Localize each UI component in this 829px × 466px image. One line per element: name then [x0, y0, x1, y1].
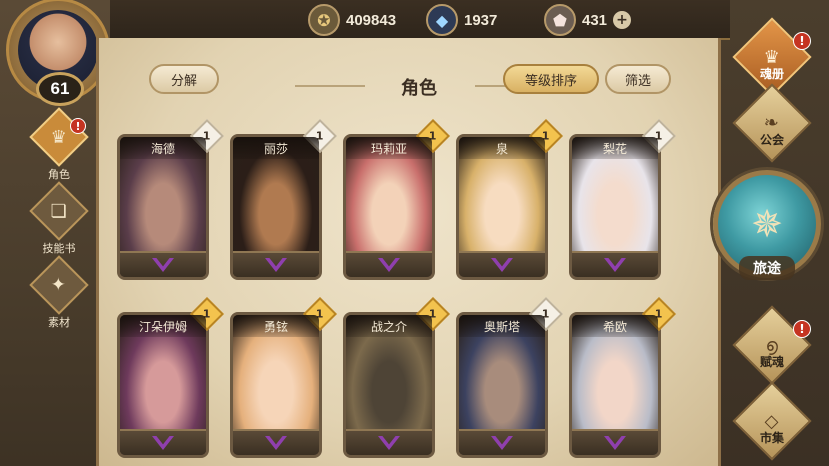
rn-diamond: ൭: [732, 305, 812, 385]
hero-rank-bar: [572, 251, 658, 277]
hero-card[interactable]: 梨花: [569, 134, 661, 280]
hero-card[interactable]: 汀朵伊姆: [117, 312, 209, 458]
left-nav: ♛ 角色 ! ❏ 技能书 ✦ 素材: [28, 107, 90, 332]
rank-chevron-icon: [265, 436, 287, 450]
gem-value: 431: [582, 11, 608, 29]
nav-item-skill-books[interactable]: ❏ 技能书: [28, 181, 90, 256]
hero-card[interactable]: 泉: [456, 134, 548, 280]
hero-name: 丽莎: [233, 137, 319, 159]
nav-soul-infuse[interactable]: ൭ 赋魂 !: [727, 305, 817, 385]
rn-diamond: ◇: [732, 381, 812, 461]
hero-rank-bar: [120, 429, 206, 455]
rank-chevron-icon: [378, 436, 400, 450]
nav-guild[interactable]: ❧ 公会: [727, 83, 817, 163]
helmet-icon: ♛: [50, 126, 68, 148]
hero-card[interactable]: 战之介: [343, 312, 435, 458]
player-level-badge: 61: [36, 72, 84, 106]
title-ornament-left: [295, 85, 365, 87]
alert-badge: !: [70, 118, 86, 134]
nav-market[interactable]: ◇ 市集: [727, 381, 817, 461]
hero-rank-bar: [346, 429, 432, 455]
hero-card[interactable]: 希欧: [569, 312, 661, 458]
hero-rank-bar: [233, 429, 319, 455]
journey-button[interactable]: ✵ 旅途: [709, 150, 825, 300]
nav-label: 技能书: [42, 242, 76, 255]
currency-coin: ✪ 409843: [308, 4, 397, 36]
rank-chevron-icon: [378, 258, 400, 272]
rn-label: 赋魂: [759, 355, 784, 369]
nav-diamond: ♛: [29, 107, 89, 167]
page-title: 角色: [401, 78, 437, 99]
book-icon: ❏: [50, 200, 68, 222]
hero-card[interactable]: 奥斯塔: [456, 312, 548, 458]
alert-badge: !: [793, 32, 811, 50]
hero-card[interactable]: 玛莉亚: [343, 134, 435, 280]
crystal-icon: ◆: [426, 4, 458, 36]
currency-gem: ⬟ 431 +: [544, 4, 632, 36]
rn-label: 公会: [759, 133, 784, 147]
compass-icon: ✵: [751, 202, 783, 246]
hero-name: 梨花: [572, 137, 658, 159]
hero-rank-bar: [459, 251, 545, 277]
sort-by-level-button[interactable]: 等级排序: [503, 64, 599, 94]
crystal-value: 1937: [464, 11, 498, 29]
gem-icon: ⬟: [544, 4, 576, 36]
rn-label: 魂册: [759, 67, 784, 81]
coin-icon: ✪: [308, 4, 340, 36]
hero-name: 希欧: [572, 315, 658, 337]
rank-chevron-icon: [491, 258, 513, 272]
hero-name: 奥斯塔: [459, 315, 545, 337]
hero-rank-bar: [120, 251, 206, 277]
hero-card[interactable]: 丽莎: [230, 134, 322, 280]
rank-chevron-icon: [604, 258, 626, 272]
rn-label: 市集: [759, 431, 784, 445]
currency-crystal: ◆ 1937: [426, 4, 498, 36]
nav-item-characters[interactable]: ♛ 角色 !: [28, 107, 90, 182]
journey-label: 旅途: [739, 256, 795, 280]
hero-rank-bar: [459, 429, 545, 455]
hero-name: 玛莉亚: [346, 137, 432, 159]
nav-diamond: ❏: [29, 181, 89, 241]
hero-name: 战之介: [346, 315, 432, 337]
rank-chevron-icon: [152, 436, 174, 450]
hero-rank-bar: [572, 429, 658, 455]
rank-chevron-icon: [604, 436, 626, 450]
decompose-button[interactable]: 分解: [149, 64, 219, 94]
rank-chevron-icon: [265, 258, 287, 272]
hero-rank-bar: [346, 251, 432, 277]
hero-name: 泉: [459, 137, 545, 159]
hero-card[interactable]: 勇铉: [230, 312, 322, 458]
hero-name: 汀朵伊姆: [120, 315, 206, 337]
coin-value: 409843: [346, 11, 397, 29]
top-resource-bar: 银 ✪ 409843 ◆ 1937 ⬟ 431 +: [110, 0, 730, 40]
hero-name: 海德: [120, 137, 206, 159]
hero-card[interactable]: 海德: [117, 134, 209, 280]
nav-label: 素材: [48, 316, 70, 329]
rank-chevron-icon: [152, 258, 174, 272]
filter-button[interactable]: 筛选: [605, 64, 671, 94]
nav-item-materials[interactable]: ✦ 素材: [28, 255, 90, 330]
add-gem-button[interactable]: +: [613, 11, 632, 29]
rank-chevron-icon: [491, 436, 513, 450]
wolf-icon: ✦: [51, 274, 67, 296]
hero-rank-bar: [233, 251, 319, 277]
hero-name: 勇铉: [233, 315, 319, 337]
nav-label: 角色: [48, 168, 70, 181]
nav-diamond: ✦: [29, 255, 89, 315]
alert-badge: !: [793, 320, 811, 338]
